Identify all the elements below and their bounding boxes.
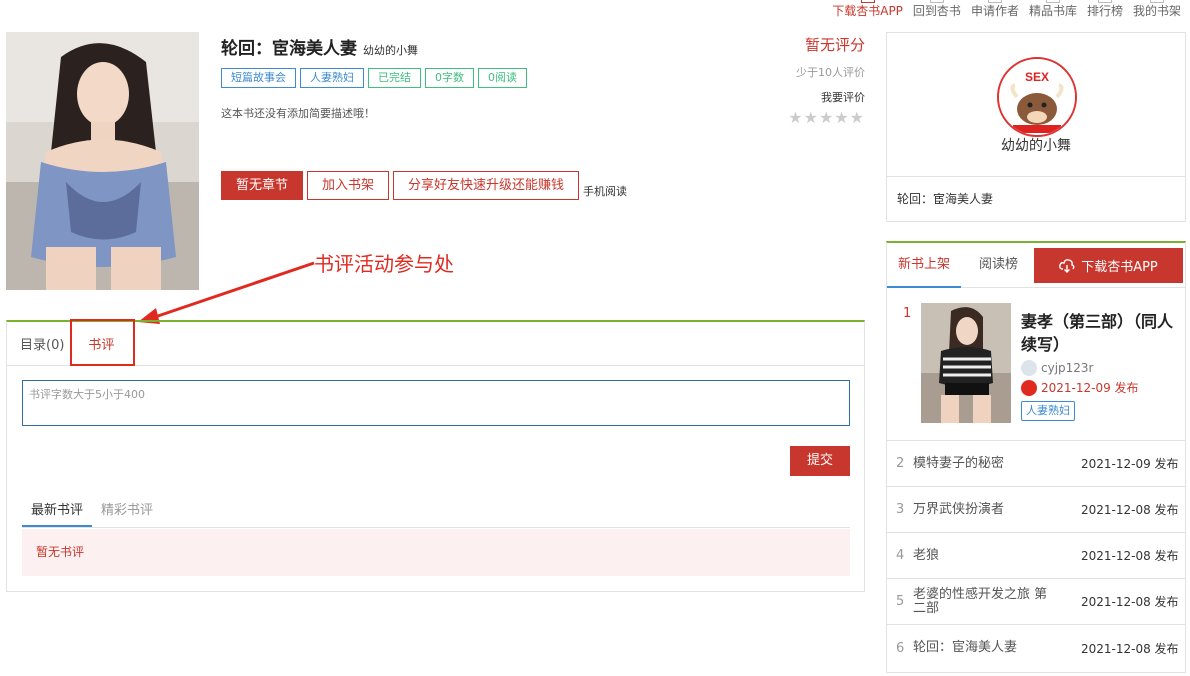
rank-number: 4 <box>896 548 905 563</box>
tab-catalog[interactable]: 目录(0) <box>20 334 64 353</box>
row-book-title[interactable]: 老狼 <box>913 548 1081 563</box>
download-app-button[interactable]: 下载杏书APP <box>1034 248 1183 283</box>
submit-button[interactable]: 提交 <box>790 446 850 476</box>
rating-count: 少于10人评价 <box>796 66 865 79</box>
nav-ranking[interactable]: 排行榜 <box>1082 0 1128 22</box>
book-author[interactable]: 幼幼的小舞 <box>363 42 418 58</box>
nav-library[interactable]: 精品书库 <box>1024 0 1082 22</box>
download-app-label: 下载杏书APP <box>1081 260 1158 275</box>
rank-number: 3 <box>896 502 905 517</box>
nav-label: 排行榜 <box>1086 4 1123 18</box>
row-book-title[interactable]: 轮回：宦海美人妻 <box>913 641 1081 655</box>
row-book-title[interactable]: 老婆的性感开发之旅 第二部 <box>913 587 1081 616</box>
rank-number: 6 <box>896 640 905 656</box>
clock-icon <box>1021 379 1037 396</box>
tab-latest-reviews[interactable]: 最新书评 <box>22 495 93 527</box>
nav-icon <box>860 0 875 3</box>
book-thumbnail[interactable] <box>921 303 1011 423</box>
tab-new-books[interactable]: 新书上架 <box>887 243 962 288</box>
rank-number: 2 <box>896 456 905 471</box>
logo-text: SEX <box>1025 70 1049 84</box>
list-row[interactable]: 3 万界武侠扮演者 2021-12-08 发布 <box>887 487 1185 533</box>
tag-genre[interactable]: 短篇故事会 <box>221 68 296 88</box>
author-book-link[interactable]: 轮回：宦海美人妻 <box>897 190 993 207</box>
nav-label: 下载杏书APP <box>832 4 903 18</box>
book-description: 这本书还没有添加简要描述哦！ <box>221 107 375 120</box>
user-icon <box>1021 360 1037 376</box>
author-avatar[interactable]: SEX <box>997 57 1077 137</box>
list-tabs: 新书上架 阅读榜 下载杏书APP <box>887 243 1185 288</box>
row-book-date: 2021-12-08 发布 <box>1081 641 1179 656</box>
divider <box>887 176 1185 177</box>
nav-icon <box>1149 0 1164 3</box>
book-actions: 暂无章节 加入书架 分享好友快速升级还能赚钱 手机阅读 <box>221 171 627 200</box>
nav-download-app[interactable]: 下载杏书APP <box>827 0 908 22</box>
rating-score: 暂无评分 <box>804 36 865 54</box>
tab-reading-rank[interactable]: 阅读榜 <box>979 243 1018 288</box>
book-title-row: 轮回：宦海美人妻 幼幼的小舞 <box>221 34 418 59</box>
annotation-label: 书评活动参与处 <box>314 252 454 276</box>
rank-number: 1 <box>903 306 912 321</box>
add-to-shelf-button[interactable]: 加入书架 <box>307 171 390 200</box>
empty-reviews-message: 暂无书评 <box>22 529 850 576</box>
list-row[interactable]: 6 轮回：宦海美人妻 2021-12-08 发布 <box>887 625 1185 671</box>
author-name[interactable]: 幼幼的小舞 <box>887 135 1185 155</box>
top-book-date-row: 2021-12-09 发布 <box>1021 379 1139 396</box>
top-book-title[interactable]: 妻孝（第三部）（同人续写） <box>1021 310 1176 356</box>
tag-read-count: 0阅读 <box>478 68 527 88</box>
read-button[interactable]: 暂无章节 <box>221 171 304 200</box>
nav-label: 申请作者 <box>970 4 1019 18</box>
row-book-title[interactable]: 万界武侠扮演者 <box>913 502 1081 517</box>
thumbnail-illustration <box>921 303 1011 423</box>
tag-category[interactable]: 人妻熟妇 <box>300 68 364 88</box>
row-book-date: 2021-12-08 发布 <box>1081 595 1179 609</box>
cloud-download-icon <box>1059 258 1075 273</box>
book-cover <box>6 32 199 290</box>
top-book-author-row: cyjp123r <box>1021 360 1094 376</box>
author-card: SEX 幼幼的小舞 轮回：宦海美人妻 <box>886 32 1186 222</box>
panel-tabs: 目录(0) 书评 <box>7 322 864 366</box>
nav-home[interactable]: 回到杏书 <box>908 0 966 22</box>
mobile-read-link[interactable]: 手机阅读 <box>583 183 627 199</box>
book-tags: 短篇故事会 人妻熟妇 已完结 0字数 0阅读 <box>221 68 527 88</box>
author-logo-icon: SEX <box>999 59 1075 135</box>
tab-featured-reviews[interactable]: 精彩书评 <box>92 495 162 527</box>
row-book-date: 2021-12-08 发布 <box>1081 549 1179 563</box>
book-list-card: 新书上架 阅读榜 下载杏书APP 1 妻孝（第三部）（同人续写） cyjp123… <box>886 241 1186 673</box>
tag-status: 已完结 <box>368 68 421 88</box>
nav-bookshelf[interactable]: 我的书架 <box>1128 0 1186 22</box>
rating-box: 暂无评分 少于10人评价 我要评价 ★★★★★ <box>788 34 865 127</box>
top-book-tag[interactable]: 人妻熟妇 <box>1021 401 1075 421</box>
annotation-highlight-box <box>70 319 135 366</box>
nav-icon <box>929 0 944 3</box>
top-book-date: 2021-12-09 发布 <box>1041 381 1139 395</box>
row-book-date: 2021-12-08 发布 <box>1081 503 1179 517</box>
list-row[interactable]: 2 模特妻子的秘密 2021-12-09 发布 <box>887 441 1185 487</box>
cover-illustration <box>6 32 199 290</box>
list-item[interactable]: 1 妻孝（第三部）（同人续写） cyjp123r 2021-12-09 发布 人… <box>887 288 1185 441</box>
nav-apply-author[interactable]: 申请作者 <box>966 0 1024 22</box>
review-input[interactable]: 书评字数大于5小于400 <box>22 380 850 426</box>
rating-stars[interactable]: ★★★★★ <box>788 108 865 127</box>
nav-label: 精品书库 <box>1028 4 1077 18</box>
row-book-title[interactable]: 模特妻子的秘密 <box>913 456 1081 471</box>
review-sub-tabs: 最新书评 精彩书评 <box>22 495 850 528</box>
nav-icon <box>987 0 1002 3</box>
list-row[interactable]: 4 老狼 2021-12-08 发布 <box>887 533 1185 579</box>
row-book-date: 2021-12-09 发布 <box>1081 457 1179 471</box>
list-row[interactable]: 5 老婆的性感开发之旅 第二部 2021-12-08 发布 <box>887 579 1185 625</box>
nav-label: 回到杏书 <box>912 4 961 18</box>
share-button[interactable]: 分享好友快速升级还能赚钱 <box>393 171 580 200</box>
rank-number: 5 <box>896 594 905 609</box>
book-title: 轮回：宦海美人妻 <box>221 39 357 59</box>
nav-label: 我的书架 <box>1132 4 1181 18</box>
top-book-author[interactable]: cyjp123r <box>1041 361 1094 375</box>
nav-icon <box>1097 0 1112 3</box>
tag-word-count: 0字数 <box>425 68 474 88</box>
rate-label: 我要评价 <box>821 91 865 104</box>
top-nav: 下载杏书APP 回到杏书 申请作者 精品书库 排行榜 我的书架 <box>827 0 1186 22</box>
nav-icon <box>1045 0 1060 3</box>
